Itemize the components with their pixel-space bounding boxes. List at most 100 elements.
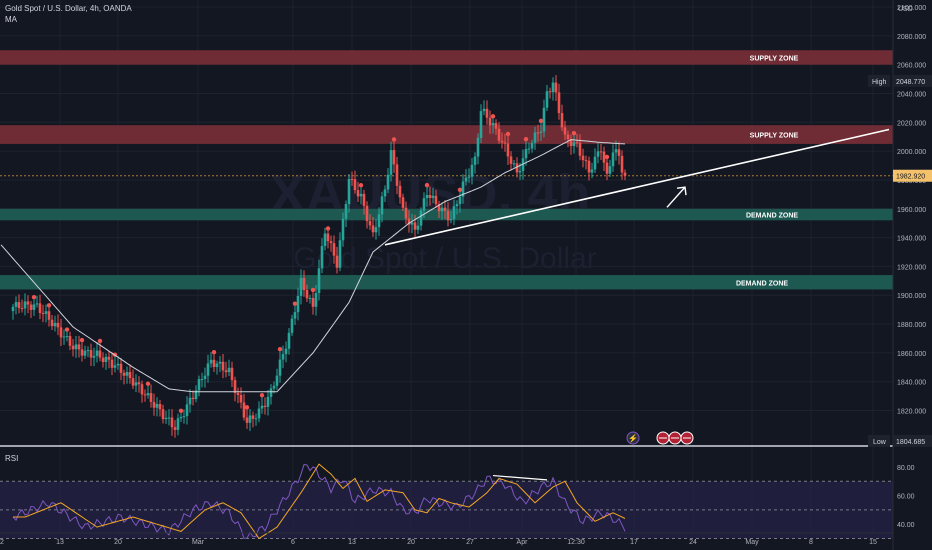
- candle: [431, 195, 435, 198]
- candle: [188, 397, 192, 405]
- candle: [176, 418, 180, 430]
- candle: [203, 375, 207, 380]
- candle: [563, 127, 567, 135]
- candle: [572, 142, 576, 147]
- signal-dot: [145, 381, 151, 386]
- symbol-title: Gold Spot / U.S. Dollar, 4h, OANDA: [5, 4, 132, 13]
- candle: [410, 222, 414, 225]
- candle: [146, 393, 150, 396]
- price-tick: 2080.000: [897, 34, 926, 41]
- candle: [107, 356, 111, 360]
- candle: [227, 367, 231, 373]
- candle: [119, 363, 123, 373]
- candle: [395, 164, 399, 186]
- time-tick: 27: [466, 539, 474, 546]
- candle: [191, 397, 195, 400]
- candle: [359, 193, 363, 197]
- candle: [590, 169, 594, 173]
- candle: [215, 363, 219, 368]
- candle: [158, 403, 162, 410]
- candle: [479, 111, 483, 138]
- candle: [248, 415, 252, 423]
- high-label: High: [872, 79, 887, 86]
- candle: [608, 166, 612, 174]
- candle: [350, 179, 354, 181]
- candle: [92, 355, 96, 358]
- candle: [467, 176, 471, 178]
- candle: [53, 322, 57, 327]
- candle: [260, 405, 264, 409]
- candle: [83, 350, 87, 356]
- candle: [209, 359, 213, 364]
- signal-dot: [259, 393, 265, 398]
- candle: [185, 404, 189, 417]
- candle: [566, 134, 570, 140]
- candle: [38, 303, 42, 313]
- candle: [401, 197, 405, 208]
- candle: [212, 359, 216, 368]
- signal-dot: [490, 114, 496, 119]
- candle: [137, 382, 141, 385]
- candle: [329, 241, 333, 244]
- candle: [155, 403, 159, 408]
- candle: [386, 174, 390, 190]
- candle: [41, 312, 45, 314]
- candle: [257, 408, 261, 419]
- candle: [113, 365, 117, 368]
- candle: [287, 332, 291, 349]
- price-tick: 1820.000: [897, 409, 926, 416]
- signal-dot: [538, 118, 544, 124]
- candle: [218, 361, 222, 364]
- candle: [404, 207, 408, 219]
- candle: [605, 162, 609, 174]
- candle: [305, 290, 309, 299]
- candle: [149, 393, 153, 402]
- candle: [281, 354, 285, 360]
- candle: [392, 150, 396, 165]
- time-tick: May: [745, 539, 759, 546]
- candle: [347, 179, 351, 205]
- signal-dot: [358, 183, 364, 188]
- candle: [560, 113, 564, 128]
- signal-dot: [391, 137, 397, 142]
- price-tick: 2060.000: [897, 63, 926, 70]
- price-tick: 2020.000: [897, 120, 926, 127]
- candle: [266, 396, 270, 407]
- candle: [68, 336, 72, 346]
- time-tick: 13: [56, 539, 64, 546]
- candle: [152, 401, 156, 408]
- candle: [71, 345, 75, 350]
- last-price-value: 1982.920: [896, 174, 925, 181]
- candle: [320, 246, 324, 269]
- candle: [512, 163, 516, 165]
- signal-dot: [505, 131, 511, 137]
- candle: [377, 214, 381, 228]
- candle: [389, 150, 393, 175]
- candle: [500, 140, 504, 143]
- candle: [488, 117, 492, 126]
- candle: [236, 392, 240, 395]
- trading-chart[interactable]: XAUUSD, 4hGold Spot / U.S. DollarSUPPLY …: [0, 0, 932, 550]
- supply-zone-label: SUPPLY ZONE: [750, 133, 799, 140]
- price-tick: 1940.000: [897, 236, 926, 243]
- candle: [89, 350, 93, 358]
- candle: [464, 177, 468, 182]
- signal-dot: [424, 182, 430, 188]
- candle: [623, 172, 627, 176]
- candle: [542, 107, 546, 132]
- demand-zone-label: DEMAND ZONE: [736, 280, 788, 287]
- signal-dot: [571, 130, 577, 136]
- candle: [11, 306, 15, 312]
- candle: [422, 198, 426, 211]
- candle: [308, 297, 312, 299]
- candle: [161, 409, 165, 420]
- candle: [617, 149, 621, 156]
- candle: [62, 336, 66, 338]
- candle: [293, 312, 297, 319]
- signal-dot: [310, 287, 316, 293]
- time-tick: Mar: [192, 539, 205, 546]
- candle: [263, 405, 267, 407]
- lightning-glyph: ⚡: [628, 433, 638, 443]
- candle: [497, 128, 501, 141]
- signal-dot: [79, 337, 85, 343]
